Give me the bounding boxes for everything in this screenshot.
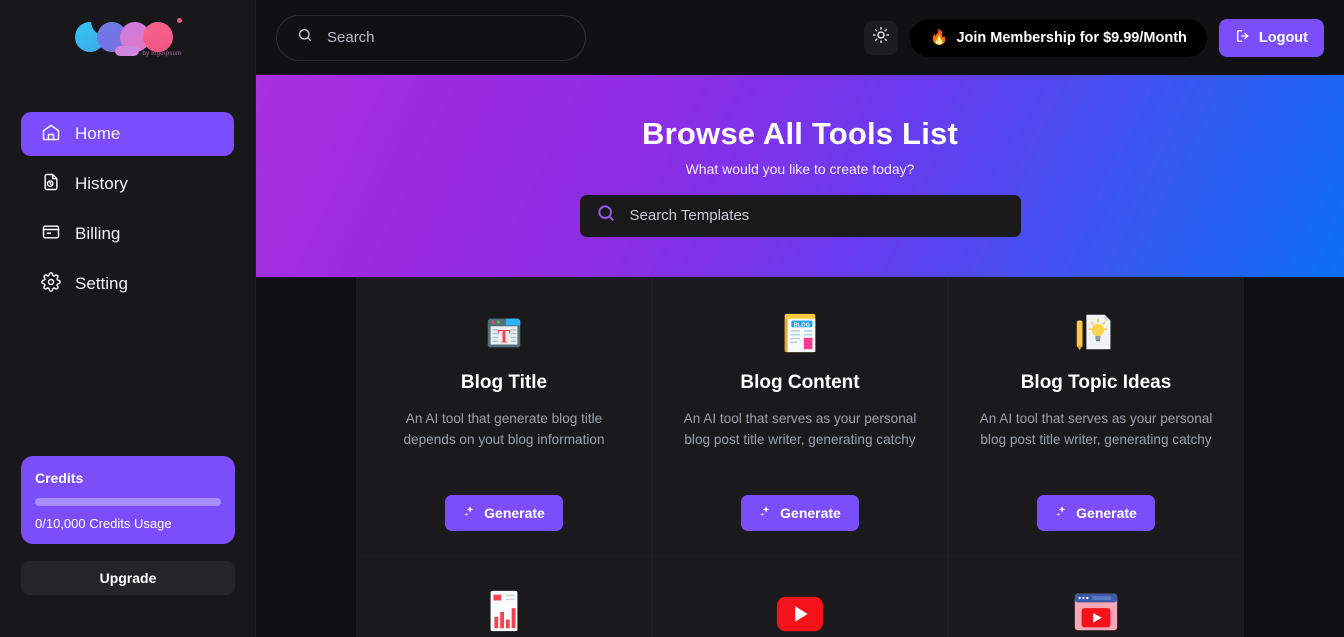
logout-icon (1235, 28, 1251, 48)
sidebar-item-home[interactable]: Home (21, 112, 234, 156)
search-icon (297, 27, 313, 48)
tool-card[interactable]: Blog Topic Ideas An AI tool that serves … (948, 277, 1244, 556)
blog-title-icon: T (481, 304, 527, 356)
logo-mark: by logoipsum (74, 15, 182, 57)
tool-card[interactable]: T Blog Title An AI tool that generate bl… (356, 277, 652, 556)
search-bar[interactable] (276, 14, 586, 61)
page-title: Browse All Tools List (642, 115, 958, 151)
blog-content-icon: BLOG (779, 304, 821, 356)
theme-toggle-button[interactable] (864, 20, 899, 55)
credits-usage-text: 0/10,000 Credits Usage (35, 516, 172, 531)
template-search-input[interactable] (629, 207, 1005, 224)
upgrade-button[interactable]: Upgrade (21, 561, 235, 595)
sidebar-item-label: Setting (75, 274, 128, 293)
fire-icon: 🔥 (930, 30, 949, 46)
generate-label: Generate (780, 505, 841, 521)
sidebar-item-billing[interactable]: Billing (21, 212, 234, 256)
tool-card[interactable]: BLOG Blog Content An AI tool that serves… (652, 277, 948, 556)
credits-progress-bar (35, 498, 221, 506)
logo[interactable]: by logoipsum (0, 0, 255, 66)
blog-topic-ideas-icon (1071, 304, 1121, 356)
tool-title: Blog Title (460, 372, 548, 393)
logout-button[interactable]: Logout (1218, 18, 1324, 57)
main-content: 🔥 Join Membership for $9.99/Month Logout… (256, 0, 1344, 637)
sun-icon (872, 26, 890, 49)
sidebar-nav: Home History Billing Setting (0, 112, 255, 306)
logo-pill (114, 46, 139, 56)
hero-subtitle: What would you like to create today? (685, 160, 915, 177)
svg-text:BLOG: BLOG (794, 322, 811, 328)
tools-grid: T Blog Title An AI tool that generate bl… (356, 277, 1244, 637)
sidebar: by logoipsum Home History Billing Settin… (0, 0, 256, 637)
logo-dot (176, 18, 182, 23)
template-search-bar[interactable] (579, 194, 1021, 237)
history-icon (41, 172, 61, 197)
app-root: by logoipsum Home History Billing Settin… (0, 0, 1344, 637)
tool-description: An AI tool that serves as your personal … (979, 411, 1213, 448)
billing-icon (41, 222, 61, 247)
search-input[interactable] (327, 29, 565, 46)
sidebar-item-label: Billing (75, 224, 121, 243)
generate-button[interactable]: Generate (445, 495, 563, 531)
tool-card[interactable] (356, 556, 652, 637)
sidebar-item-history[interactable]: History (21, 162, 234, 206)
hero-banner: Browse All Tools List What would you lik… (256, 75, 1344, 277)
tool-description: An AI tool that generate blog title depe… (403, 411, 605, 448)
credits-title: Credits (35, 470, 84, 486)
credits-panel: Credits 0/10,000 Credits Usage (21, 456, 235, 544)
search-icon (596, 203, 616, 228)
generate-label: Generate (1076, 505, 1137, 521)
gear-icon (41, 271, 61, 297)
logout-label: Logout (1258, 29, 1308, 46)
sidebar-item-label: Home (75, 124, 121, 143)
sparkle-icon (759, 505, 772, 521)
logo-circle-4 (142, 22, 173, 52)
generate-button[interactable]: Generate (741, 495, 859, 531)
tools-grid-wrapper: T Blog Title An AI tool that generate bl… (256, 277, 1344, 637)
generate-label: Generate (484, 505, 545, 521)
youtube-icon (775, 582, 825, 634)
tool-card[interactable] (652, 556, 948, 637)
tool-title: Blog Content (740, 372, 860, 393)
sparkle-icon (1055, 505, 1068, 521)
tool-title: Blog Topic Ideas (1020, 372, 1172, 393)
tool-card[interactable] (948, 556, 1244, 637)
join-membership-label: Join Membership for $9.99/Month (956, 29, 1187, 46)
home-icon (41, 122, 61, 147)
svg-text:T: T (498, 327, 511, 348)
sidebar-item-setting[interactable]: Setting (21, 262, 234, 306)
logo-subtext: by logoipsum (142, 51, 182, 57)
tool-description: An AI tool that serves as your personal … (683, 411, 917, 448)
analytics-report-icon (482, 582, 526, 634)
sparkle-icon (463, 505, 476, 521)
youtube-video-icon (1071, 582, 1121, 634)
generate-button[interactable]: Generate (1037, 495, 1155, 531)
sidebar-item-label: History (75, 174, 128, 193)
top-bar: 🔥 Join Membership for $9.99/Month Logout (256, 0, 1344, 75)
join-membership-button[interactable]: 🔥 Join Membership for $9.99/Month (910, 18, 1207, 57)
